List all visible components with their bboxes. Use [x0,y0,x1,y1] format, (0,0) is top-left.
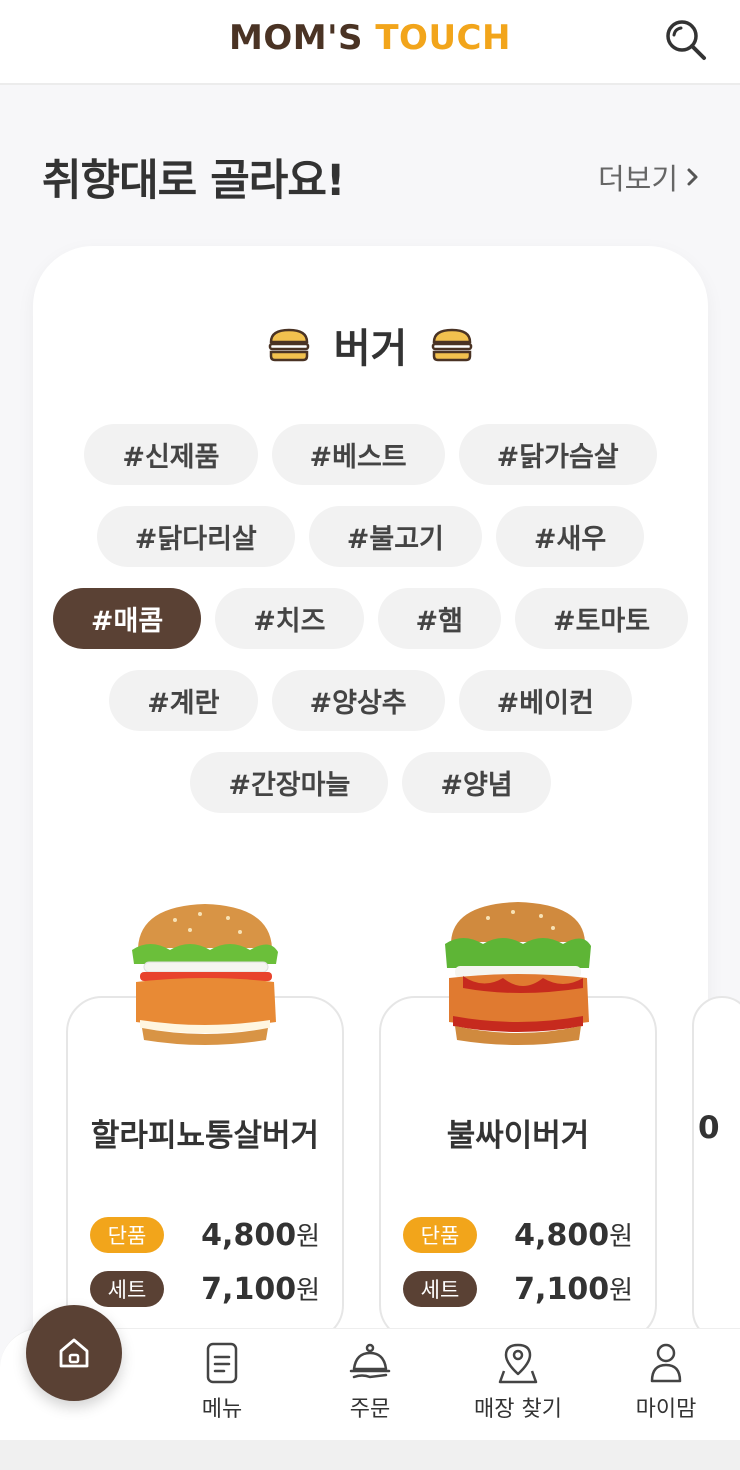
nav-label: 주문 [349,1397,391,1422]
set-price: 7,100원 [201,1270,320,1307]
tag-chip[interactable]: #햄 [377,588,501,649]
home-button[interactable] [26,1305,122,1401]
tag-chip[interactable]: #양념 [402,752,551,813]
currency-unit: 원 [609,1276,633,1306]
currency-unit: 원 [296,1222,320,1252]
tag-list: #신제품 #베스트 #닭가슴살 #닭다리살 #불고기 #새우 #매콤 #치즈 #… [33,424,708,834]
more-link[interactable]: 더보기 [598,156,700,198]
tag-row: #계란 #양상추 #베이컨 [33,670,708,731]
tag-row: #매콤 #치즈 #햄 #토마토 [33,588,708,649]
logo-moms: MOM'S [229,18,363,58]
tag-chip[interactable]: #치즈 [215,588,364,649]
category-header: 버거 [33,316,708,374]
location-icon [498,1343,538,1384]
product-name: 할라피뇨통살버거 [90,1118,320,1154]
single-badge: 단품 [90,1216,164,1253]
product-card[interactable]: 불싸이버거 단품 4,800원 세트 7,100원 [379,902,657,1341]
single-price-row: 단품 4,800원 [90,1216,320,1253]
tag-chip[interactable]: #닭다리살 [96,506,295,567]
section-title: 취향대로 골라요! [42,156,346,206]
set-price-row: 세트 7,100원 [403,1270,633,1307]
tag-chip[interactable]: #베스트 [271,424,445,485]
product-card-peek[interactable]: 0 [692,996,740,1341]
tag-chip[interactable]: #계란 [109,670,258,731]
set-price-value: 7,100 [514,1272,610,1307]
system-bottom-bar [0,1440,740,1470]
currency-unit: 원 [609,1222,633,1252]
single-price-value: 4,800 [514,1218,610,1253]
tag-chip[interactable]: #간장마늘 [190,752,389,813]
tag-row: #신제품 #베스트 #닭가슴살 [33,424,708,485]
burger-image [132,904,278,1045]
tag-chip[interactable]: #신제품 [84,424,258,485]
burger-icon [268,328,309,362]
nav-label: 매장 찾기 [474,1397,562,1422]
product-name: 불싸이버거 [446,1118,590,1154]
category-name: 버거 [333,326,408,372]
home-icon [59,1338,89,1368]
nav-item-my-mom[interactable]: 마이맘 [596,1341,736,1423]
single-price: 4,800원 [201,1216,320,1253]
burger-icon [432,328,473,362]
set-price-row: 세트 7,100원 [90,1270,320,1307]
tag-row: #닭다리살 #불고기 #새우 [33,506,708,567]
tag-chip-active[interactable]: #매콤 [52,588,202,649]
single-badge: 단품 [403,1216,477,1253]
tag-chip[interactable]: #토마토 [514,588,689,649]
burger-image [445,902,591,1045]
tag-chip[interactable]: #닭가슴살 [458,424,657,485]
nav-label: 마이맘 [635,1397,697,1422]
set-badge: 세트 [403,1270,477,1307]
nav-item-menu[interactable]: 메뉴 [152,1341,292,1423]
tag-row: #간장마늘 #양념 [33,752,708,813]
nav-label: 메뉴 [201,1397,243,1422]
brand-logo[interactable]: MOM'S TOUCH [0,18,740,58]
set-badge: 세트 [90,1270,164,1307]
currency-unit: 원 [296,1276,320,1306]
product-card[interactable]: 할라피뇨통살버거 단품 4,800원 세트 7,100원 [66,904,344,1341]
search-icon [666,20,706,60]
app-header: MOM'S TOUCH [0,0,740,85]
user-icon [650,1343,682,1383]
tag-chip[interactable]: #베이컨 [458,670,632,731]
chevron-right-icon [687,168,698,186]
single-price: 4,800원 [514,1216,633,1253]
product-name: 0 [698,1110,720,1146]
menu-icon [206,1342,238,1384]
tag-chip[interactable]: #새우 [495,506,645,567]
set-price-value: 7,100 [201,1272,297,1307]
order-icon [349,1343,391,1379]
set-price: 7,100원 [514,1270,633,1307]
logo-touch: TOUCH [375,18,511,58]
tag-chip[interactable]: #양상추 [271,670,445,731]
tag-chip[interactable]: #불고기 [308,506,482,567]
single-price-row: 단품 4,800원 [403,1216,633,1253]
more-label: 더보기 [597,162,678,196]
product-carousel[interactable]: 할라피뇨통살버거 단품 4,800원 세트 7,100원 불싸이버거 단품 4,… [66,896,740,1396]
nav-item-order[interactable]: 주문 [300,1341,440,1423]
nav-item-store-finder[interactable]: 매장 찾기 [448,1341,588,1423]
single-price-value: 4,800 [201,1218,297,1253]
search-button[interactable] [662,16,710,64]
